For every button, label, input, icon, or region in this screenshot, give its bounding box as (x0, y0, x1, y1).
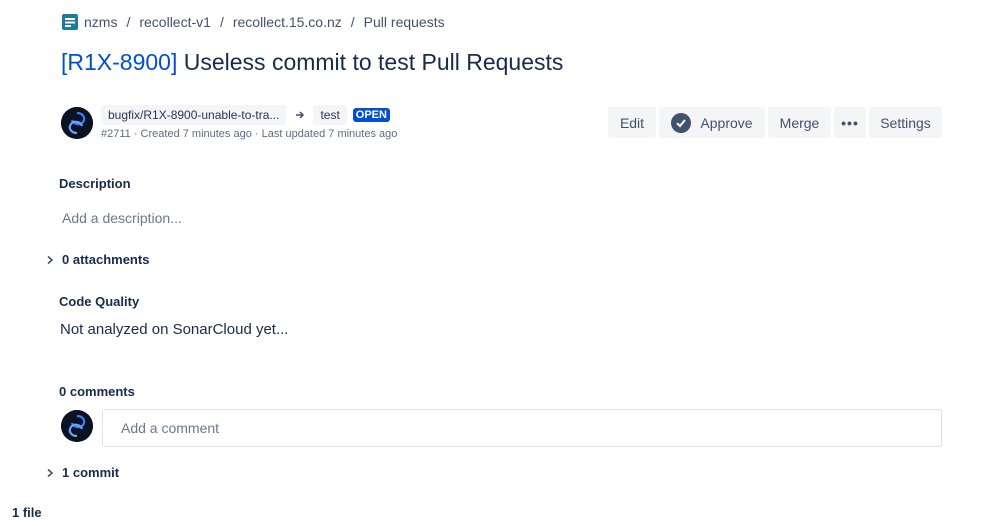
source-branch[interactable]: bugfix/R1X-8900-unable-to-tra... (101, 105, 287, 125)
attachments-label: 0 attachments (62, 252, 150, 267)
page-title: [R1X-8900] Useless commit to test Pull R… (61, 46, 563, 78)
files-heading: 1 file (12, 505, 42, 520)
avatar (61, 410, 93, 442)
code-quality-status: Not analyzed on SonarCloud yet... (60, 321, 289, 338)
code-quality-heading: Code Quality (59, 294, 140, 309)
merge-button[interactable]: Merge (768, 107, 831, 138)
breadcrumb-workspace[interactable]: nzms (84, 14, 117, 30)
repo-icon[interactable] (62, 14, 78, 30)
comments-heading: 0 comments (59, 384, 135, 399)
chevron-right-icon (47, 468, 54, 477)
breadcrumb-pull-requests[interactable]: Pull requests (364, 14, 445, 30)
breadcrumb-separator: / (350, 14, 355, 30)
breadcrumb-separator: / (126, 14, 131, 30)
arrow-right-icon (296, 111, 305, 119)
more-actions-button[interactable]: ••• (834, 107, 866, 138)
target-branch[interactable]: test (313, 105, 347, 125)
commits-toggle[interactable]: 1 commit (45, 465, 119, 480)
status-badge: OPEN (352, 108, 390, 122)
check-circle-icon (671, 112, 692, 133)
chevron-right-icon (47, 255, 54, 264)
pull-request-meta: #2711 · Created 7 minutes ago · Last upd… (101, 128, 398, 140)
edit-button[interactable]: Edit (608, 107, 656, 138)
breadcrumb: nzms / recollect-v1 / recollect.15.co.nz… (62, 13, 445, 31)
commits-label: 1 commit (62, 465, 120, 480)
description-heading: Description (59, 176, 131, 191)
approve-label: Approve (700, 114, 753, 131)
pull-request-title: Useless commit to test Pull Requests (183, 49, 564, 75)
breadcrumb-repository[interactable]: recollect.15.co.nz (233, 14, 342, 30)
breadcrumb-project[interactable]: recollect-v1 (139, 14, 211, 30)
avatar[interactable] (61, 107, 93, 139)
description-editor[interactable]: Add a description... (62, 210, 182, 226)
attachments-toggle[interactable]: 0 attachments (45, 252, 149, 267)
approve-button[interactable]: Approve (659, 107, 765, 138)
breadcrumb-separator: / (219, 14, 224, 30)
comment-input[interactable] (102, 409, 942, 447)
issue-key-link[interactable]: [R1X-8900] (61, 49, 177, 75)
branch-info: bugfix/R1X-8900-unable-to-tra... test OP… (101, 105, 390, 125)
settings-button[interactable]: Settings (869, 107, 942, 138)
